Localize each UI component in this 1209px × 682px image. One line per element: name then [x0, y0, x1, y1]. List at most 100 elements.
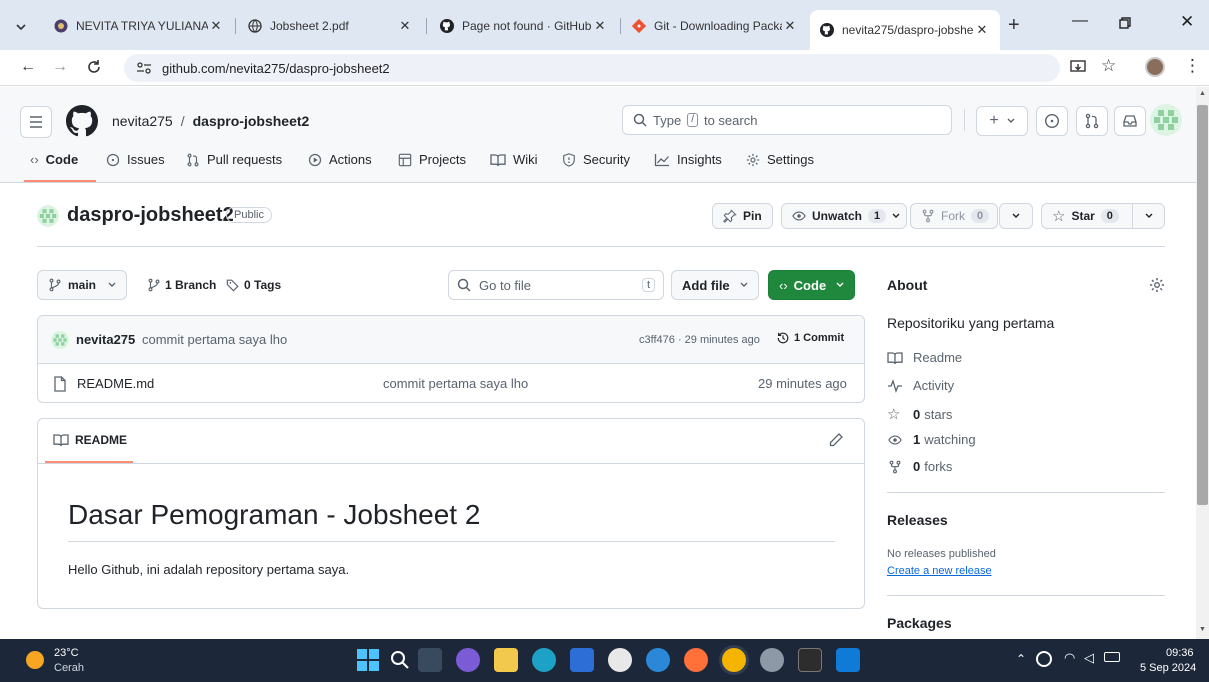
go-to-file-input[interactable]: Go to file t [448, 270, 664, 300]
reload-icon[interactable] [86, 59, 102, 75]
github-logo-icon[interactable] [66, 105, 98, 137]
github-desktop-icon[interactable] [608, 648, 632, 672]
restore-icon[interactable] [1118, 16, 1132, 30]
git-branch-icon [49, 278, 61, 292]
browser-menu-icon[interactable]: ⋮ [1184, 56, 1201, 76]
windows-start-icon[interactable] [357, 649, 379, 671]
clock-date[interactable]: 5 Sep 2024 [1140, 662, 1196, 674]
readme-tab[interactable]: README [53, 433, 127, 447]
tab-projects[interactable]: Projects [398, 152, 466, 167]
breadcrumb-repo-link[interactable]: daspro-jobsheet2 [193, 113, 310, 129]
star-button[interactable]: ☆ Star 0 [1041, 203, 1133, 229]
file-explorer-icon[interactable] [494, 648, 518, 672]
bookmark-star-icon[interactable]: ☆ [1101, 56, 1116, 76]
tab-issues[interactable]: Issues [106, 152, 165, 167]
tray-chevron-up-icon[interactable]: ⌃ [1016, 652, 1026, 666]
file-commit-message-link[interactable]: commit pertama saya lho [383, 376, 528, 391]
tags-link[interactable]: 0 Tags [226, 278, 281, 292]
install-app-icon[interactable] [1070, 59, 1086, 75]
tab-insights[interactable]: Insights [654, 152, 722, 167]
fork-dropdown-button[interactable] [999, 203, 1033, 229]
activity-link[interactable]: Activity [887, 378, 954, 393]
tab-close-icon[interactable]: ✕ [208, 18, 224, 34]
commit-message-link[interactable]: commit pertama saya lho [142, 332, 287, 347]
chrome-icon[interactable] [722, 648, 746, 672]
create-release-link[interactable]: Create a new release [887, 565, 992, 577]
weather-sun-icon[interactable] [26, 651, 44, 669]
commit-author-link[interactable]: nevita275 [76, 332, 135, 347]
commit-hash-time[interactable]: c3ff476 · 29 minutes ago [639, 334, 760, 346]
repo-title[interactable]: daspro-jobsheet2 [67, 204, 234, 227]
tab-close-icon[interactable]: ✕ [974, 22, 990, 38]
scroll-up-arrow-icon[interactable]: ▲ [1199, 90, 1206, 97]
create-new-button[interactable]: + [976, 106, 1028, 136]
store-app-icon[interactable] [570, 648, 594, 672]
tab-pull-requests[interactable]: Pull requests [186, 152, 282, 167]
firefox-icon[interactable] [684, 648, 708, 672]
star-dropdown-button[interactable] [1132, 203, 1165, 229]
unwatch-button[interactable]: Unwatch 1 [781, 203, 908, 229]
add-file-button[interactable]: Add file [671, 270, 759, 300]
tab-wiki[interactable]: Wiki [490, 152, 538, 167]
file-name-link[interactable]: README.md [77, 376, 154, 391]
task-view-icon[interactable] [418, 648, 442, 672]
close-window-icon[interactable]: ✕ [1180, 12, 1194, 32]
tab-close-icon[interactable]: ✕ [782, 18, 798, 34]
minimize-icon[interactable]: — [1072, 12, 1088, 30]
edge-browser-icon[interactable] [532, 648, 556, 672]
forward-arrow-icon[interactable]: → [52, 58, 68, 76]
browser-tab-4[interactable]: Git - Downloading Packa ✕ [622, 10, 808, 42]
releases-heading[interactable]: Releases [887, 512, 948, 528]
tab-settings[interactable]: Settings [746, 152, 814, 167]
new-tab-plus-icon[interactable]: + [1008, 14, 1020, 37]
back-arrow-icon[interactable]: ← [20, 58, 36, 76]
tab-code[interactable]: ‹› Code [30, 152, 78, 167]
settings-app-icon[interactable] [760, 648, 784, 672]
tab-close-icon[interactable]: ✕ [397, 18, 413, 34]
wifi-icon[interactable]: ◠ [1064, 650, 1075, 666]
pin-button[interactable]: Pin [712, 203, 773, 229]
help-app-icon[interactable] [646, 648, 670, 672]
user-avatar[interactable] [1150, 104, 1182, 136]
hamburger-menu-button[interactable] [20, 106, 52, 138]
browser-tab-3[interactable]: Page not found · GitHub ✕ [430, 10, 618, 42]
browser-tab-1[interactable]: NEVITA TRIYA YULIANA | ✕ [44, 10, 234, 42]
about-settings-gear-icon[interactable] [1149, 277, 1165, 293]
terminal-icon[interactable] [798, 648, 822, 672]
readme-link[interactable]: Readme [887, 350, 962, 365]
watchers-link[interactable]: 1 watching [887, 432, 976, 447]
vscode-icon[interactable] [836, 648, 860, 672]
code-dropdown-button[interactable]: ‹› Code [768, 270, 856, 300]
page-scrollbar-thumb[interactable] [1197, 105, 1208, 505]
tab-security[interactable]: Security [562, 152, 630, 167]
tab-search-chevron-icon[interactable] [10, 16, 32, 38]
issues-header-button[interactable] [1036, 106, 1068, 136]
tray-app-icon[interactable] [1036, 651, 1052, 667]
browser-tab-5-active[interactable]: nevita275/daspro-jobshe ✕ [810, 10, 1000, 50]
fork-button[interactable]: Fork 0 [910, 203, 999, 229]
edit-pencil-icon[interactable] [828, 432, 844, 448]
volume-icon[interactable]: ◁ [1084, 650, 1094, 666]
gear-icon [746, 153, 760, 166]
packages-heading[interactable]: Packages [887, 615, 952, 631]
branch-select-button[interactable]: main [37, 270, 128, 300]
clock-time[interactable]: 09:36 [1166, 647, 1194, 659]
forks-link[interactable]: 0 forks [887, 459, 952, 474]
breadcrumb-owner-link[interactable]: nevita275 [112, 113, 173, 129]
inbox-header-button[interactable] [1114, 106, 1146, 136]
tab-actions[interactable]: Actions [308, 152, 372, 167]
commit-history-link[interactable]: 1 Commit [776, 331, 844, 345]
stars-link[interactable]: ☆ 0 stars [887, 405, 952, 423]
chat-app-icon[interactable] [456, 648, 480, 672]
battery-icon[interactable] [1104, 652, 1120, 662]
pull-requests-header-button[interactable] [1076, 106, 1108, 136]
global-search-input[interactable]: Type / to search [622, 105, 952, 135]
taskbar-search-icon[interactable] [390, 650, 410, 670]
scroll-down-arrow-icon[interactable]: ▼ [1199, 626, 1206, 633]
browser-tab-2[interactable]: Jobsheet 2.pdf ✕ [238, 10, 423, 42]
branches-link[interactable]: 1 Branch [147, 278, 216, 292]
url-field[interactable]: github.com/nevita275/daspro-jobsheet2 [124, 54, 1060, 82]
profile-avatar[interactable] [1145, 57, 1165, 77]
tab-close-icon[interactable]: ✕ [592, 18, 608, 34]
site-info-icon[interactable] [136, 61, 152, 75]
